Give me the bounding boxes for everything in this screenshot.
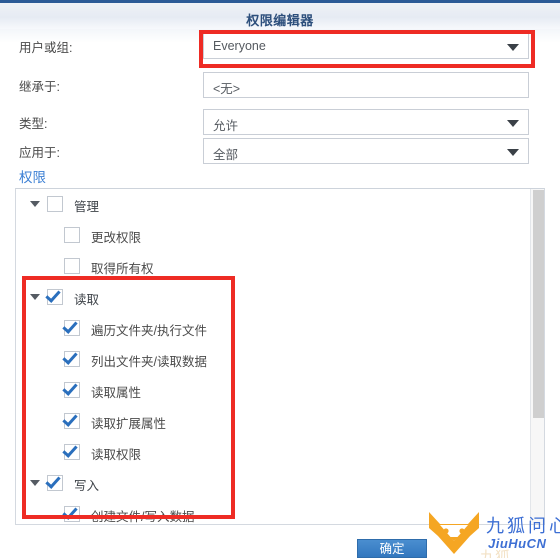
checkbox-checked[interactable]: [64, 351, 80, 367]
checkbox-checked[interactable]: [47, 475, 63, 491]
watermark-ghost-text: 九狐: [480, 549, 511, 558]
tree-row-label: 写入: [74, 479, 100, 493]
checkbox-checked[interactable]: [64, 413, 80, 429]
field-value: <无>: [213, 82, 241, 96]
tree-row-label: 列出文件夹/读取数据: [91, 355, 207, 369]
permission-editor-dialog: 权限编辑器 用户或组: Everyone 继承于: <无> 类型: 允许应用于: 全部 权限…: [0, 0, 560, 558]
tree-row[interactable]: 更改权限: [16, 220, 530, 251]
tree-row[interactable]: 管理: [16, 189, 530, 220]
tree-row-label: 取得所有权: [91, 262, 154, 276]
tree-row-label: 读取权限: [91, 448, 142, 462]
tree-row[interactable]: 读取权限: [16, 437, 530, 468]
tree-row-label: 读取: [74, 293, 100, 307]
tree-scrollbar-thumb[interactable]: [533, 190, 544, 418]
checkbox-checked[interactable]: [64, 320, 80, 336]
form-row: 用户或组: Everyone: [0, 33, 560, 59]
tree-row[interactable]: 读取属性: [16, 375, 530, 406]
form-row-label: 应用于:: [19, 146, 60, 160]
tree-row[interactable]: 遍历文件夹/执行文件: [16, 313, 530, 344]
form-row: 应用于: 全部: [0, 138, 560, 164]
tree-scrollbar-track[interactable]: [530, 189, 544, 524]
permissions-section-label: 权限: [19, 170, 46, 185]
tree-row[interactable]: 取得所有权: [16, 251, 530, 282]
field-value: 全部: [213, 148, 239, 162]
readonly-field: <无>: [203, 72, 529, 98]
tree-row-label: 创建文件/写入数据: [91, 510, 195, 524]
dropdown-field[interactable]: Everyone: [203, 33, 529, 59]
checkbox-checked[interactable]: [64, 382, 80, 398]
chevron-down-icon[interactable]: [30, 201, 40, 207]
checkbox-checked[interactable]: [64, 506, 80, 522]
form-row-label: 用户或组:: [19, 41, 73, 55]
tree-row[interactable]: 读取扩展属性: [16, 406, 530, 437]
permissions-tree-list: 管理更改权限取得所有权读取遍历文件夹/执行文件 列出文件夹/读取数据 读取属性读取扩…: [16, 189, 530, 524]
checkbox-checked[interactable]: [64, 444, 80, 460]
tree-row[interactable]: 创建文件/写入数据: [16, 499, 530, 524]
tree-row[interactable]: 读取: [16, 282, 530, 313]
permissions-tree-panel[interactable]: 管理更改权限取得所有权读取遍历文件夹/执行文件 列出文件夹/读取数据 读取属性读取扩…: [15, 188, 545, 525]
tree-row[interactable]: 写入: [16, 468, 530, 499]
form-row: 继承于: <无>: [0, 72, 560, 98]
checkbox-checked[interactable]: [47, 289, 63, 305]
dropdown-field[interactable]: 全部: [203, 138, 529, 164]
tree-row-label: 更改权限: [91, 231, 142, 245]
tree-row-label: 读取扩展属性: [91, 417, 167, 431]
dialog-title: 权限编辑器: [246, 13, 314, 28]
field-value: 允许: [213, 119, 239, 133]
chevron-down-icon[interactable]: [30, 480, 40, 486]
tree-row-label: 遍历文件夹/执行文件: [91, 324, 207, 338]
tree-row-label: 管理: [74, 200, 100, 214]
chevron-down-icon[interactable]: [507, 44, 519, 51]
form-row-label: 类型:: [19, 117, 48, 131]
dropdown-field[interactable]: 允许: [203, 109, 529, 135]
checkbox-unchecked[interactable]: [64, 227, 80, 243]
watermark-en-text: JiuHuCN: [488, 536, 547, 551]
checkbox-unchecked[interactable]: [64, 258, 80, 274]
tree-row-label: 读取属性: [91, 386, 142, 400]
dialog-titlebar: 权限编辑器: [0, 0, 560, 29]
chevron-down-icon[interactable]: [507, 149, 519, 156]
chevron-down-icon[interactable]: [507, 120, 519, 127]
ok-button[interactable]: 确定: [357, 539, 427, 558]
form-row: 类型: 允许: [0, 109, 560, 135]
field-value: Everyone: [213, 39, 266, 53]
chevron-down-icon[interactable]: [30, 294, 40, 300]
checkbox-unchecked[interactable]: [47, 196, 63, 212]
form-row-label: 继承于:: [19, 80, 60, 94]
tree-row[interactable]: 列出文件夹/读取数据: [16, 344, 530, 375]
